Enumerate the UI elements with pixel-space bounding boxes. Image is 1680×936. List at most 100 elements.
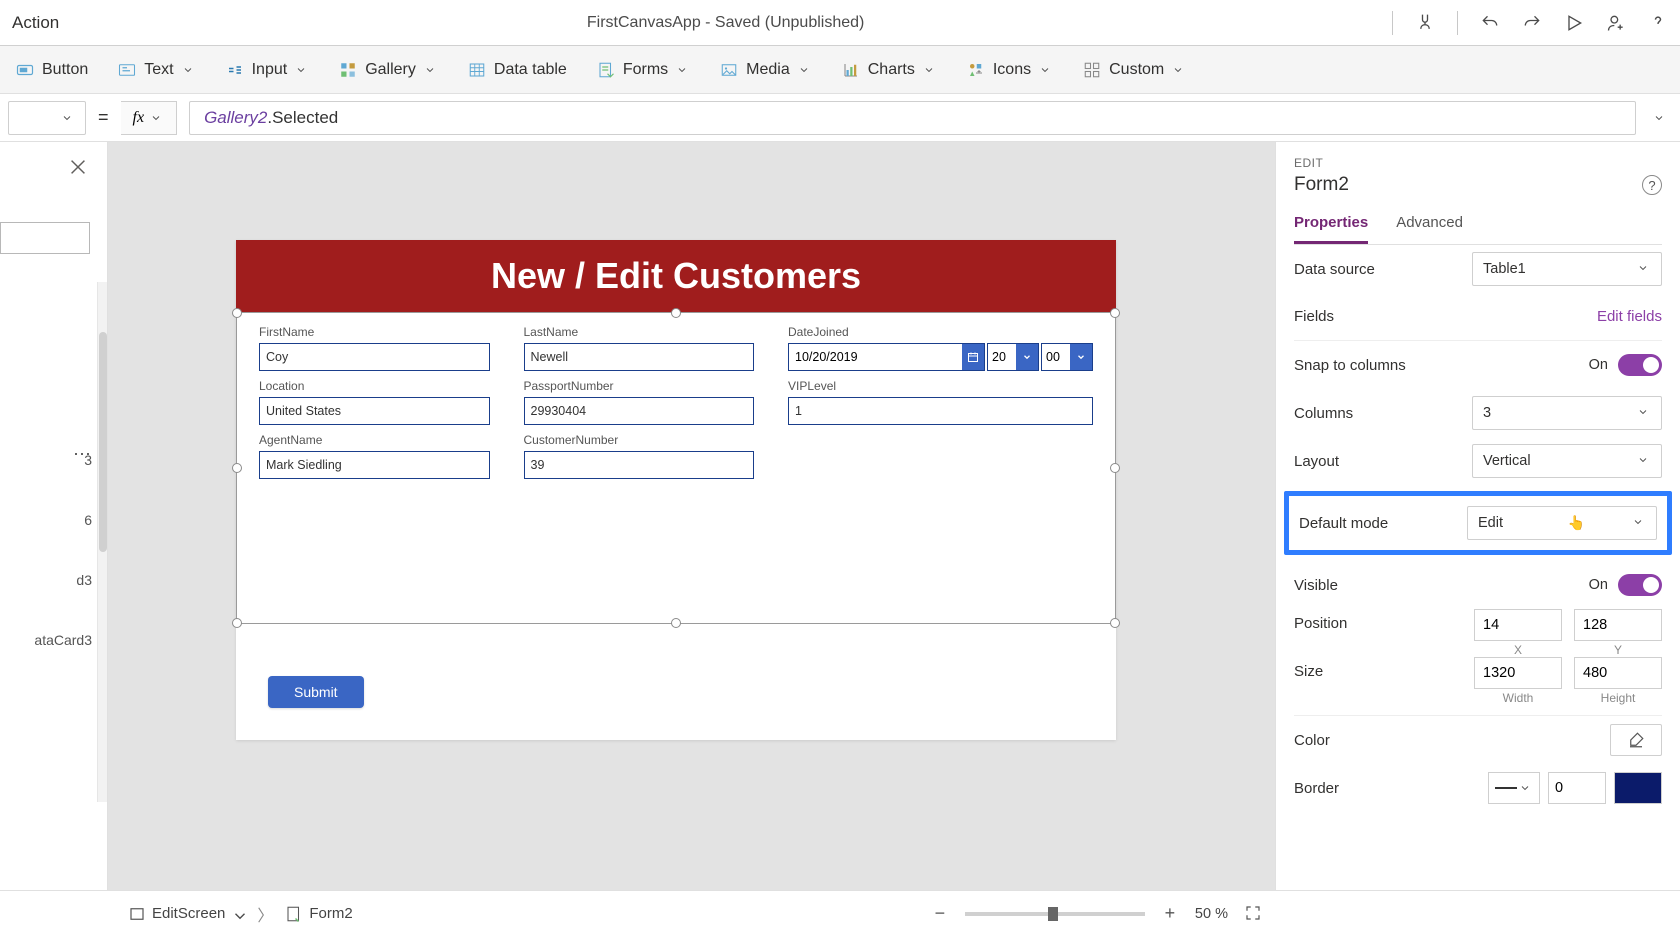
- datejoined-input[interactable]: [789, 344, 962, 370]
- breadcrumb-screen[interactable]: EditScreen: [128, 905, 245, 923]
- resize-handle[interactable]: [232, 463, 242, 473]
- prop-label: Data source: [1294, 261, 1375, 278]
- position-x-input[interactable]: [1474, 609, 1562, 641]
- insert-charts[interactable]: Charts: [842, 61, 937, 79]
- resize-handle[interactable]: [671, 618, 681, 628]
- tab-action[interactable]: Action: [12, 13, 59, 33]
- selected-element-name: Form2: [1294, 174, 1349, 196]
- data-source-select[interactable]: Table1: [1472, 252, 1662, 286]
- sub-label: Height: [1574, 691, 1662, 705]
- custom-icon: [1083, 61, 1101, 79]
- form2-selection[interactable]: FirstName LastName DateJoined: [236, 312, 1116, 624]
- forms-icon: [597, 61, 615, 79]
- prop-label: Fields: [1294, 308, 1334, 325]
- resize-handle[interactable]: [232, 308, 242, 318]
- prop-label: Color: [1294, 732, 1330, 749]
- close-icon[interactable]: [67, 156, 89, 178]
- default-mode-select[interactable]: Edit: [1467, 506, 1657, 540]
- tree-item[interactable]: d3: [0, 572, 92, 588]
- formula-expand[interactable]: [1648, 101, 1672, 135]
- insert-input[interactable]: Input: [226, 61, 310, 79]
- viplevel-input[interactable]: [788, 397, 1093, 425]
- toggle-state: On: [1589, 357, 1608, 373]
- submit-button[interactable]: Submit: [268, 676, 364, 708]
- chevron-down-icon[interactable]: [1016, 344, 1038, 370]
- minute-input[interactable]: [1042, 344, 1070, 370]
- chevron-down-icon: [676, 63, 690, 77]
- resize-handle[interactable]: [1110, 463, 1120, 473]
- firstname-input[interactable]: [259, 343, 490, 371]
- input-icon: [226, 61, 244, 79]
- size-width-input[interactable]: [1474, 657, 1562, 689]
- snap-toggle[interactable]: [1618, 354, 1662, 376]
- layout-select[interactable]: Vertical: [1472, 444, 1662, 478]
- zoom-out-button[interactable]: −: [931, 903, 949, 924]
- insert-button[interactable]: Button: [16, 61, 88, 79]
- tree-item[interactable]: ataCard3: [0, 632, 92, 648]
- app-status: FirstCanvasApp - Saved (Unpublished): [59, 14, 1392, 32]
- chevron-down-icon: [1519, 781, 1533, 795]
- fx-button[interactable]: fx: [121, 101, 178, 135]
- border-color-button[interactable]: [1614, 772, 1662, 804]
- tree-search-input[interactable]: [0, 222, 90, 254]
- agentname-input[interactable]: [259, 451, 490, 479]
- prop-label: Visible: [1294, 577, 1338, 594]
- share-icon[interactable]: [1606, 13, 1626, 33]
- tree-item[interactable]: 3: [0, 452, 92, 468]
- chevron-down-icon: [150, 111, 164, 125]
- formula-bar[interactable]: Gallery2.Selected: [189, 101, 1636, 135]
- insert-media[interactable]: Media: [720, 61, 812, 79]
- zoom-thumb[interactable]: [1048, 907, 1058, 921]
- breadcrumb-element[interactable]: Form2: [285, 905, 352, 923]
- color-picker-button[interactable]: [1610, 724, 1662, 756]
- insert-text[interactable]: Text: [118, 61, 195, 79]
- edit-fields-link[interactable]: Edit fields: [1597, 308, 1662, 325]
- hour-input[interactable]: [988, 344, 1016, 370]
- property-selector[interactable]: [8, 101, 86, 135]
- prop-label: Layout: [1294, 453, 1339, 470]
- columns-select[interactable]: 3: [1472, 396, 1662, 430]
- insert-forms[interactable]: Forms: [597, 61, 690, 79]
- insert-data-table[interactable]: Data table: [468, 61, 567, 79]
- gallery-icon: [339, 61, 357, 79]
- tab-advanced[interactable]: Advanced: [1396, 214, 1463, 244]
- tree-item[interactable]: 6: [0, 512, 92, 528]
- play-icon[interactable]: [1564, 13, 1584, 33]
- sub-label: X: [1474, 643, 1562, 657]
- fit-to-screen-icon[interactable]: [1244, 904, 1264, 924]
- passport-input[interactable]: [524, 397, 755, 425]
- help-icon[interactable]: [1648, 13, 1668, 33]
- ribbon-label: Gallery: [365, 61, 416, 79]
- calendar-icon[interactable]: [962, 344, 984, 370]
- field-label: VIPLevel: [788, 379, 1093, 393]
- lastname-input[interactable]: [524, 343, 755, 371]
- canvas[interactable]: New / Edit Customers FirstName LastName: [108, 142, 1275, 890]
- customernumber-input[interactable]: [524, 451, 755, 479]
- chevron-down-icon: [798, 63, 812, 77]
- health-icon[interactable]: [1415, 13, 1435, 33]
- tree-scrollbar[interactable]: [97, 282, 107, 802]
- resize-handle[interactable]: [232, 618, 242, 628]
- resize-handle[interactable]: [1110, 308, 1120, 318]
- data-table-icon: [468, 61, 486, 79]
- location-input[interactable]: [259, 397, 490, 425]
- tab-properties[interactable]: Properties: [1294, 214, 1368, 244]
- insert-gallery[interactable]: Gallery: [339, 61, 438, 79]
- resize-handle[interactable]: [1110, 618, 1120, 628]
- border-style-select[interactable]: [1488, 772, 1540, 804]
- prop-label: Border: [1294, 780, 1339, 797]
- chevron-down-icon[interactable]: [1070, 344, 1092, 370]
- zoom-slider[interactable]: [965, 912, 1145, 916]
- ribbon-label: Forms: [623, 61, 668, 79]
- insert-custom[interactable]: Custom: [1083, 61, 1186, 79]
- zoom-in-button[interactable]: +: [1161, 903, 1179, 924]
- size-height-input[interactable]: [1574, 657, 1662, 689]
- position-y-input[interactable]: [1574, 609, 1662, 641]
- border-width-input[interactable]: [1548, 772, 1606, 804]
- insert-icons[interactable]: Icons: [967, 61, 1053, 79]
- visible-toggle[interactable]: [1618, 574, 1662, 596]
- help-icon[interactable]: ?: [1642, 175, 1662, 195]
- redo-icon[interactable]: [1522, 13, 1542, 33]
- resize-handle[interactable]: [671, 308, 681, 318]
- undo-icon[interactable]: [1480, 13, 1500, 33]
